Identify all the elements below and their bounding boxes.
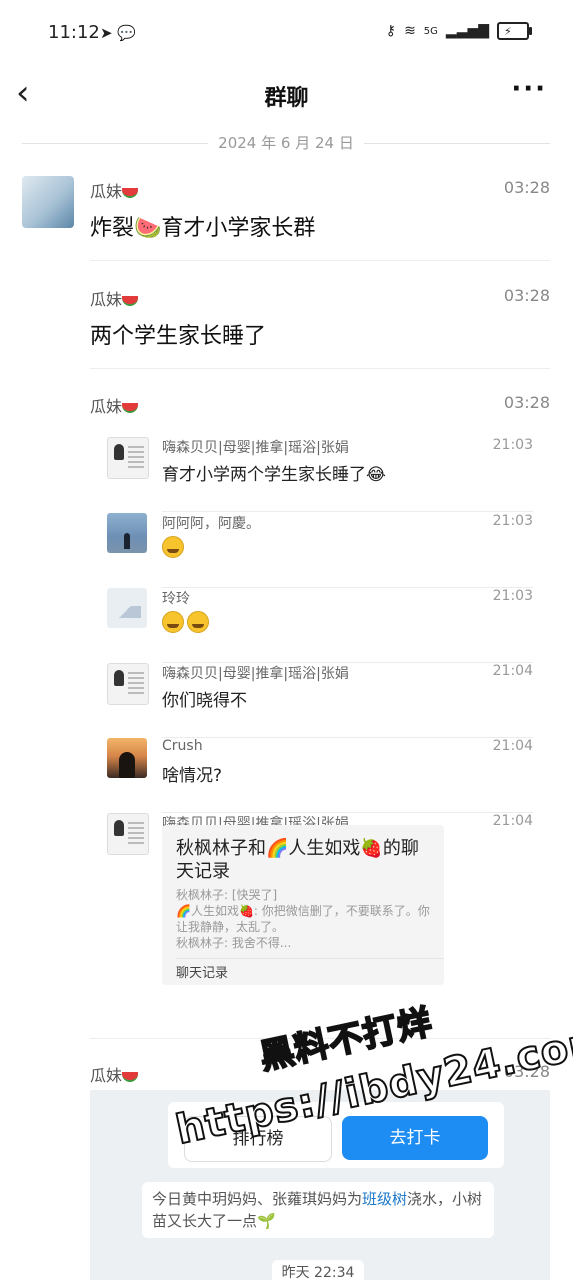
forwarded-time: 21:03 [492, 588, 533, 604]
chat-history-footer: 聊天记录 [176, 966, 229, 981]
avatar [107, 513, 147, 553]
forwarded-item: 阿阿阿，阿慶。 21:03 [107, 513, 533, 588]
message-time: 03:28 [503, 286, 550, 305]
sender-name: 瓜妹 [90, 178, 139, 202]
timestamp-badge: 昨天 22:34 [272, 1260, 364, 1280]
avatar[interactable] [22, 176, 74, 228]
chat-header: ‹ 群聊 ··· [0, 66, 573, 126]
divider [90, 260, 550, 261]
divider [90, 368, 550, 369]
forwarded-sender: Crush [162, 738, 203, 754]
forwarded-time: 21:04 [492, 738, 533, 754]
laughing-emoji-icon [162, 536, 187, 558]
forwarded-item: Crush 21:04 啥情况? [107, 738, 533, 813]
watermelon-icon [122, 1071, 139, 1082]
watermelon-icon [122, 295, 139, 306]
forwarded-text: 育才小学两个学生家长睡了😂 [162, 465, 386, 485]
forwarded-time: 21:04 [492, 663, 533, 679]
signal-icon: ▂▃▅▇ [445, 23, 489, 39]
network-label: 5G [423, 25, 438, 37]
message-time: 03:28 [503, 393, 550, 412]
watermelon-icon [122, 187, 139, 198]
chat-history-line: 秋枫林子: [快哭了] [176, 888, 278, 902]
watermelon-icon [122, 402, 139, 413]
forwarded-time: 21:04 [492, 813, 533, 829]
forwarded-item: 嗨森贝贝|母婴|推拿|瑶浴|张娟 21:04 你们晓得不 [107, 663, 533, 738]
notice-text: 今日黄中玥妈妈、张蕹琪妈妈为班级树浇水，小树苗又长大了一点🌱 [142, 1182, 494, 1238]
date-separator: 2024 年 6 月 24 日 [22, 132, 550, 153]
more-options-icon[interactable]: ··· [511, 74, 547, 104]
chat-history-line: 🌈人生如戏🍓: 你把微信删了，不要联系了。你让我静静，太乱了。 [176, 904, 430, 934]
sender-name: 瓜妹 [90, 393, 139, 417]
forwarded-time: 21:03 [492, 513, 533, 529]
page-title: 群聊 [264, 86, 309, 111]
class-tree-link[interactable]: 班级树 [362, 1190, 407, 1208]
status-bar: 11:12 ➤ 💬 ⚷ ≋ 5G ▂▃▅▇ ⚡ [0, 0, 573, 66]
forwarded-sender: 嗨森贝贝|母婴|推拿|瑶浴|张娟 [162, 666, 349, 682]
message-text: 两个学生家长睡了 [90, 324, 267, 349]
avatar [107, 588, 147, 628]
forwarded-sender: 嗨森贝贝|母婴|推拿|瑶浴|张娟 [162, 440, 349, 456]
forwarded-time: 21:03 [492, 437, 533, 453]
key-icon: ⚷ [385, 23, 397, 39]
sender-name: 瓜妹 [90, 286, 139, 310]
wifi-icon: ≋ [404, 23, 416, 39]
status-time: 11:12 [48, 22, 100, 43]
status-icons: ⚷ ≋ 5G ▂▃▅▇ ⚡ [385, 22, 532, 40]
chat-history-line: 秋枫林子: 我舍不得... [176, 936, 292, 950]
avatar [107, 437, 149, 479]
forwarded-sender: 阿阿阿，阿慶。 [162, 516, 260, 532]
telegram-icon: ➤ 💬 [100, 24, 137, 42]
sender-name: 瓜妹 [90, 1062, 139, 1086]
forwarded-item: 嗨森贝贝|母婴|推拿|瑶浴|张娟 21:03 育才小学两个学生家长睡了😂 [107, 437, 533, 512]
check-in-button[interactable]: 去打卡 [342, 1116, 488, 1160]
forwarded-sender: 玲玲 [162, 591, 190, 607]
forwarded-text: 你们晓得不 [162, 691, 247, 711]
forwarded-text: 啥情况? [162, 766, 223, 786]
battery-icon: ⚡ [497, 22, 532, 40]
avatar [107, 813, 149, 855]
chat-history-title: 秋枫林子和🌈人生如戏🍓的聊天记录 [176, 838, 419, 882]
message-time: 03:28 [503, 178, 550, 197]
forwarded-item: 玲玲 21:03 [107, 588, 533, 663]
date-separator-text: 2024 年 6 月 24 日 [208, 134, 364, 152]
avatar [107, 738, 147, 778]
message-text: 炸裂🍉育才小学家长群 [90, 216, 316, 241]
laughing-emoji-icon [162, 611, 212, 633]
chat-history-card[interactable]: 秋枫林子和🌈人生如戏🍓的聊天记录 秋枫林子: [快哭了] 🌈人生如戏🍓: 你把微… [162, 825, 444, 985]
forwarded-item: 嗨森贝贝|母婴|推拿|瑶浴|张娟 21:04 秋枫林子和🌈人生如戏🍓的聊天记录 … [107, 813, 533, 1003]
avatar [107, 663, 149, 705]
